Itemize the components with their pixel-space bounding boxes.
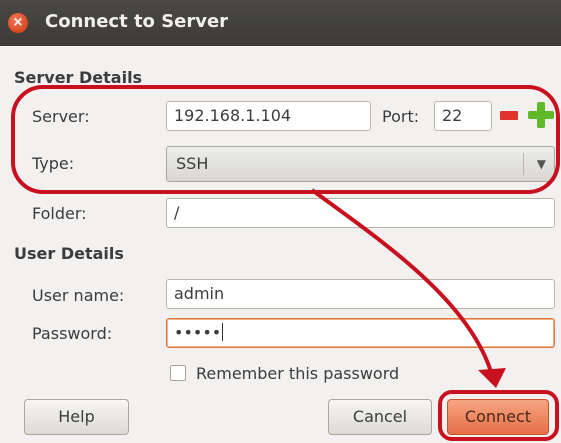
folder-label: Folder: xyxy=(32,204,87,223)
close-icon[interactable]: × xyxy=(8,13,28,33)
user-details-heading: User Details xyxy=(14,244,124,263)
server-label: Server: xyxy=(32,107,90,126)
password-input[interactable]: ••••• xyxy=(166,318,555,348)
help-button[interactable]: Help xyxy=(24,399,129,435)
chevron-down-icon: ▼ xyxy=(536,157,546,171)
port-input[interactable]: 22 xyxy=(434,101,492,131)
annotation-arrowhead xyxy=(478,368,506,388)
password-mask: ••••• xyxy=(174,323,222,342)
minus-icon[interactable] xyxy=(500,111,518,120)
type-label: Type: xyxy=(32,154,75,173)
folder-input[interactable]: / xyxy=(166,198,555,228)
connect-button[interactable]: Connect xyxy=(447,399,549,435)
port-label: Port: xyxy=(382,107,420,126)
title-bar: × Connect to Server xyxy=(0,0,561,46)
type-dropdown[interactable]: SSH ▼ xyxy=(166,146,555,182)
plus-icon[interactable] xyxy=(528,102,554,128)
remember-password-checkbox[interactable] xyxy=(170,365,186,381)
window-title: Connect to Server xyxy=(45,11,229,32)
server-details-heading: Server Details xyxy=(14,68,143,87)
cancel-button[interactable]: Cancel xyxy=(328,399,432,435)
type-value: SSH xyxy=(176,154,209,173)
password-label: Password: xyxy=(32,324,113,343)
username-input[interactable]: admin xyxy=(166,279,555,309)
server-input[interactable]: 192.168.1.104 xyxy=(166,101,371,131)
remember-password-label: Remember this password xyxy=(196,364,400,383)
username-label: User name: xyxy=(32,286,125,305)
